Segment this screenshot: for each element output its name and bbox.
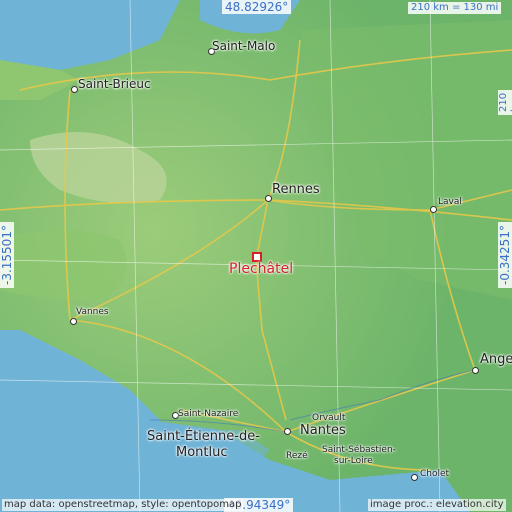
city-saint-etienne-de[interactable]: Saint-Étienne-de- — [147, 430, 260, 443]
coord-top: 48.82926° — [222, 0, 292, 14]
scale-bar-mi: 210 km = 130 mi — [498, 89, 512, 115]
rennes-dot — [265, 195, 272, 202]
coord-left: -3.15501° — [0, 222, 14, 288]
coord-right: -0.34251° — [498, 222, 512, 288]
city-saint-nazaire[interactable]: Saint-Nazaire — [178, 410, 238, 419]
city-saint-sebastien[interactable]: Saint-Sébastien- — [322, 446, 396, 455]
cholet-dot — [411, 474, 418, 481]
saint-brieuc-dot — [71, 86, 78, 93]
laval-dot — [430, 206, 437, 213]
city-saint-malo[interactable]: Saint-Malo — [212, 40, 275, 52]
nantes-dot — [284, 428, 291, 435]
city-nantes[interactable]: Nantes — [300, 424, 346, 437]
city-montluc[interactable]: Montluc — [176, 446, 228, 459]
city-sur-loire[interactable]: sur-Loire — [334, 457, 373, 466]
location-label[interactable]: Plechâtel — [229, 261, 293, 277]
city-rennes[interactable]: Rennes — [272, 183, 320, 196]
city-saint-brieuc[interactable]: Saint-Brieuc — [78, 78, 151, 90]
city-orvault[interactable]: Orvault — [312, 414, 345, 423]
map-view[interactable]: Saint-Malo Saint-Brieuc Rennes Laval Van… — [0, 0, 512, 512]
city-cholet[interactable]: Cholet — [420, 470, 449, 479]
city-angers[interactable]: Angers — [480, 353, 512, 366]
city-laval[interactable]: Laval — [438, 198, 462, 207]
vannes-dot — [70, 318, 77, 325]
credit-left: map data: openstreetmap, style: opentopo… — [2, 499, 244, 511]
angers-dot — [472, 367, 479, 374]
city-reze[interactable]: Rezé — [286, 452, 308, 461]
city-vannes[interactable]: Vannes — [76, 308, 109, 317]
credit-right: image proc.: elevation.city — [368, 499, 506, 511]
scale-bar-km: 210 km = 130 mi — [408, 2, 502, 14]
